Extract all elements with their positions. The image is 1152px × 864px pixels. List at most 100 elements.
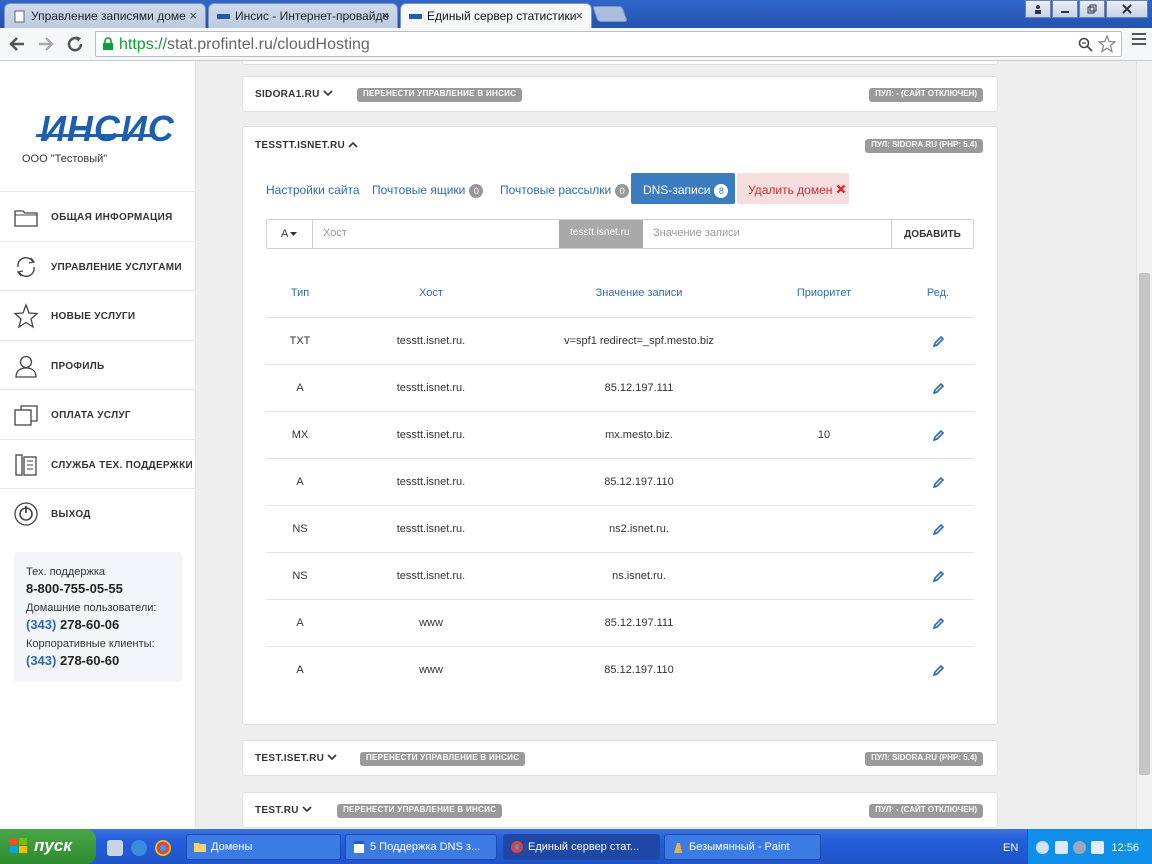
zoom-icon[interactable]: [1078, 37, 1093, 52]
table-row: NS tesstt.isnet.ru. ns.isnet.ru.: [266, 553, 974, 600]
chevron-down-icon: [302, 806, 312, 813]
sidebar-item-services[interactable]: УПРАВЛЕНИЕ УСЛУГАМИ: [0, 240, 196, 291]
profile-button[interactable]: [1025, 0, 1051, 18]
record-type-cell: A: [296, 664, 304, 676]
domain-name[interactable]: TESSTT.ISNET.RU: [255, 140, 358, 151]
sidebar-item-label: УПРАВЛЕНИЕ УСЛУГАМИ: [51, 261, 182, 273]
minimize-button[interactable]: [1052, 0, 1078, 18]
domain-name[interactable]: TEST.RU: [255, 805, 312, 816]
table-row: Awww 85.12.197.111: [266, 600, 974, 647]
chrome-icon[interactable]: [155, 840, 171, 856]
restore-button[interactable]: [1079, 0, 1105, 18]
user-icon: [1035, 5, 1041, 14]
tray-icon[interactable]: [1036, 841, 1049, 854]
scrollbar-thumb[interactable]: [1139, 273, 1150, 775]
bookmark-star-icon[interactable]: [1098, 35, 1116, 53]
browser-tab-3[interactable]: Единый сервер статистики ×: [400, 3, 592, 28]
record-priority-cell: [766, 318, 882, 365]
reload-icon[interactable]: [66, 35, 84, 53]
host-input[interactable]: Хост: [313, 220, 559, 248]
start-button[interactable]: пуск: [0, 829, 96, 864]
company-name: ООО "Тестовый": [22, 153, 108, 165]
record-value-input[interactable]: Значение записи: [643, 220, 891, 248]
tray-icon[interactable]: [1055, 841, 1068, 854]
home-users-phone: (343) 278-60-06: [26, 617, 182, 632]
edit-record-button[interactable]: [906, 318, 970, 365]
record-host-cell: www: [419, 664, 443, 676]
taskbar-item-word[interactable]: 5 Поддержка DNS з...: [345, 834, 497, 860]
desktop-icon[interactable]: [107, 840, 123, 856]
forward-icon[interactable]: [37, 35, 55, 53]
close-icon[interactable]: ×: [575, 8, 583, 23]
delete-label: Удалить домен: [748, 183, 833, 197]
record-priority-cell: [766, 600, 882, 647]
star-icon: [13, 303, 39, 329]
sidebar-item-logout[interactable]: ВЫХОД: [0, 488, 196, 538]
record-priority-cell: [766, 459, 882, 506]
domain-card-tesstt: TESSTT.ISNET.RU ПУЛ: SIDORA.RU (PHP: 5.4…: [242, 126, 998, 725]
domain-name[interactable]: TEST.ISET.RU: [255, 753, 337, 764]
record-value-cell: 85.12.197.111: [604, 617, 674, 629]
edit-record-button[interactable]: [906, 647, 970, 694]
close-icon: [1122, 4, 1132, 14]
sidebar-item-profile[interactable]: ПРОФИЛЬ: [0, 339, 196, 390]
sidebar-item-support[interactable]: СЛУЖБА ТЕХ. ПОДДЕРЖКИ: [0, 438, 196, 489]
pencil-icon: [932, 570, 944, 582]
sidebar-item-label: НОВЫЕ УСЛУГИ: [51, 311, 136, 322]
transfer-management-button[interactable]: ПЕРЕНЕСТИ УПРАВЛЕНИЕ В ИНСИС: [360, 752, 526, 766]
edit-record-button[interactable]: [906, 412, 970, 459]
tab-mailings[interactable]: Почтовые рассылки 0: [500, 183, 630, 198]
tab-label: Почтовые рассылки: [500, 183, 612, 197]
address-bar[interactable]: https://stat.profintel.ru/cloudHosting: [95, 31, 1122, 57]
new-tab-button[interactable]: [592, 6, 628, 22]
domain-name[interactable]: SIDORA1.RU: [255, 89, 333, 100]
sidebar-item-label: ПРОФИЛЬ: [51, 360, 105, 372]
close-icon[interactable]: ×: [381, 8, 389, 23]
insis-logo[interactable]: ИНСИС: [40, 108, 175, 150]
edit-record-button[interactable]: [906, 553, 970, 600]
close-icon[interactable]: ×: [189, 8, 197, 23]
sidebar: ИНСИС ООО "Тестовый" ОБЩАЯ ИНФОРМАЦИЯ УП…: [0, 61, 196, 829]
tab-dns-records[interactable]: DNS-записи 8: [631, 173, 735, 204]
edit-record-button[interactable]: [906, 506, 970, 553]
ie-icon[interactable]: [131, 840, 147, 856]
close-window-button[interactable]: [1106, 0, 1148, 18]
column-header-edit: Ред.: [926, 287, 950, 299]
record-type-cell: A: [296, 617, 304, 629]
caret-down-icon: [290, 232, 298, 236]
corp-clients-phone: (343) 278-60-60: [26, 653, 182, 668]
browser-tab-2[interactable]: Инсис - Интернет-провайде ×: [208, 3, 398, 28]
table-row: Atesstt.isnet.ru. 85.12.197.111: [266, 365, 974, 412]
support-contacts: Тех. поддержка 8-800-755-05-55 Домашние …: [14, 552, 182, 682]
transfer-management-button[interactable]: ПЕРЕНЕСТИ УПРАВЛЕНИЕ В ИНСИС: [337, 804, 503, 818]
record-value-cell: mx.mesto.biz.: [605, 429, 673, 441]
record-type-select[interactable]: A: [267, 220, 313, 248]
tray-icon[interactable]: [1073, 841, 1086, 854]
sidebar-item-general-info[interactable]: ОБЩАЯ ИНФОРМАЦИЯ: [0, 191, 196, 241]
sidebar-item-payment[interactable]: ОПЛАТА УСЛУГ: [0, 389, 196, 439]
browser-menu-icon[interactable]: [1132, 33, 1146, 48]
phone-number: 278-60-60: [59, 653, 120, 668]
taskbar-item-paint[interactable]: Безымянный - Paint: [664, 834, 821, 860]
browser-tab-1[interactable]: Управление записями доме ×: [4, 3, 206, 28]
tab-site-settings[interactable]: Настройки сайта: [266, 183, 360, 197]
language-indicator[interactable]: EN: [1003, 842, 1018, 854]
delete-domain-button[interactable]: Удалить домен: [737, 173, 849, 204]
taskbar-item-folder[interactable]: Домены: [186, 834, 341, 860]
record-priority-cell: 10: [817, 429, 831, 441]
edit-record-button[interactable]: [906, 459, 970, 506]
add-record-button[interactable]: ДОБАВИТЬ: [891, 220, 973, 248]
tab-mailboxes[interactable]: Почтовые ящики 0: [372, 183, 484, 198]
pencil-icon: [932, 429, 944, 441]
taskbar-item-chrome[interactable]: Единый сервер стат...: [503, 834, 660, 860]
vertical-scrollbar[interactable]: [1136, 61, 1152, 829]
edit-record-button[interactable]: [906, 600, 970, 647]
sidebar-item-new-services[interactable]: НОВЫЕ УСЛУГИ: [0, 290, 196, 340]
home-users-label: Домашние пользователи:: [26, 602, 157, 614]
back-icon[interactable]: [8, 35, 26, 53]
tray-icon[interactable]: [1091, 841, 1104, 854]
domain-card-test-ru: TEST.RU ПЕРЕНЕСТИ УПРАВЛЕНИЕ В ИНСИС ПУЛ…: [242, 792, 998, 828]
browser-tab-title: Инсис - Интернет-провайде: [235, 9, 390, 23]
edit-record-button[interactable]: [906, 365, 970, 412]
transfer-management-button[interactable]: ПЕРЕНЕСТИ УПРАВЛЕНИЕ В ИНСИС: [357, 88, 523, 102]
